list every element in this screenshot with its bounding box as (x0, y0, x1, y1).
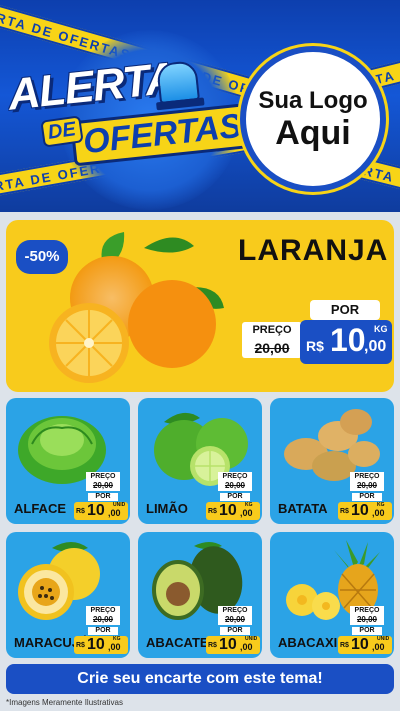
price-unit: KG (113, 636, 121, 642)
price-integer: 10 (219, 636, 237, 653)
featured-product-name: LARANJA (238, 234, 389, 267)
product-card-abacaxi[interactable]: ABACAXI PREÇO 20,00 POR R$ 10 ,00 UNID (270, 532, 394, 658)
preco-label: PREÇO (350, 472, 384, 481)
logo-placeholder[interactable]: Sua Logo Aqui (240, 46, 386, 192)
preco-label: PREÇO (86, 472, 120, 481)
product-card-limao[interactable]: LIMÃO PREÇO 20,00 POR R$ 10 ,00 KG (138, 398, 262, 524)
currency: R$ (208, 508, 217, 515)
price-unit: UNID (113, 502, 126, 508)
product-name: BATATA (278, 501, 328, 516)
price-integer: 10 (351, 636, 369, 653)
por-label: POR (310, 300, 380, 320)
price-unit: KG (374, 324, 388, 334)
price-tag: PREÇO 20,00 POR R$ 10 ,00 KG (206, 472, 260, 522)
old-price: 20,00 (86, 481, 120, 491)
new-price: R$ 10 ,00 KG (338, 502, 392, 520)
header-banner: ALERTA DE OFERTAS ALERTA DE OFERTAS ALER… (0, 0, 400, 212)
price-integer: 10 (87, 502, 105, 519)
disclaimer-text: *Imagens Meramente Ilustrativas (6, 698, 123, 707)
featured-product-card[interactable]: -50% LARANJA POR PREÇO 20,00 R$ 10 ,00 K… (6, 220, 394, 392)
product-card-batata[interactable]: BATATA PREÇO 20,00 POR R$ 10 ,00 KG (270, 398, 394, 524)
new-price: R$ 10 ,00 KG (300, 320, 392, 364)
preco-label: PREÇO (218, 606, 252, 615)
price-tag: PREÇO 20,00 POR R$ 10 ,00 KG (74, 606, 128, 656)
product-card-maracuja[interactable]: MARACUJÁ PREÇO 20,00 POR R$ 10 ,00 KG (6, 532, 130, 658)
discount-badge: -50% (16, 240, 68, 274)
price-unit: UNID (377, 636, 390, 642)
logo-text-line1: Sua Logo (258, 87, 368, 114)
product-name: ABACATE (146, 635, 209, 650)
price-decimal: ,00 (372, 508, 385, 518)
por-label: POR (88, 493, 118, 501)
product-name: LIMÃO (146, 501, 188, 516)
new-price: R$ 10 ,00 KG (74, 636, 128, 654)
old-price: 20,00 (86, 615, 120, 625)
product-name: ALFACE (14, 501, 66, 516)
new-price: R$ 10 ,00 UNID (74, 502, 128, 520)
create-flyer-button[interactable]: Crie seu encarte com este tema! (6, 664, 394, 694)
product-grid: ALFACE PREÇO 20,00 POR R$ 10 ,00 UNID LI… (6, 398, 394, 658)
price-unit: KG (245, 502, 253, 508)
price-unit: UNID (245, 636, 258, 642)
price-integer: 10 (351, 502, 369, 519)
por-label: POR (220, 627, 250, 635)
currency: R$ (208, 642, 217, 649)
price-integer: 10 (330, 322, 366, 358)
preco-label: PREÇO (218, 472, 252, 481)
logo-text-line2: Aqui (275, 114, 351, 152)
preco-label: PREÇO (86, 606, 120, 615)
currency: R$ (306, 338, 324, 354)
new-price: R$ 10 ,00 KG (206, 502, 260, 520)
old-price: 20,00 (218, 615, 252, 625)
old-price: 20,00 (218, 481, 252, 491)
new-price: R$ 10 ,00 UNID (338, 636, 392, 654)
old-price: 20,00 (350, 615, 384, 625)
product-name: ABACAXI (278, 635, 338, 650)
price-decimal: ,00 (364, 338, 387, 355)
por-label: POR (352, 627, 382, 635)
new-price: R$ 10 ,00 UNID (206, 636, 260, 654)
preco-label: PREÇO (242, 322, 302, 338)
currency: R$ (76, 642, 85, 649)
price-tag: PREÇO 20,00 POR R$ 10 ,00 KG (338, 472, 392, 522)
product-card-abacate[interactable]: ABACATE PREÇO 20,00 POR R$ 10 ,00 UNID (138, 532, 262, 658)
price-tag: PREÇO 20,00 POR R$ 10 ,00 UNID (74, 472, 128, 522)
por-label: POR (220, 493, 250, 501)
price-integer: 10 (219, 502, 237, 519)
currency: R$ (340, 642, 349, 649)
price-tag: PREÇO 20,00 POR R$ 10 ,00 UNID (206, 606, 260, 656)
por-label: POR (352, 493, 382, 501)
preco-label: PREÇO (350, 606, 384, 615)
price-decimal: ,00 (240, 642, 253, 652)
currency: R$ (76, 508, 85, 515)
price-integer: 10 (87, 636, 105, 653)
price-decimal: ,00 (372, 642, 385, 652)
price-unit: KG (377, 502, 385, 508)
old-price: 20,00 (242, 338, 302, 358)
price-decimal: ,00 (108, 508, 121, 518)
currency: R$ (340, 508, 349, 515)
price-decimal: ,00 (108, 642, 121, 652)
old-price: 20,00 (350, 481, 384, 491)
price-tag: PREÇO 20,00 POR R$ 10 ,00 UNID (338, 606, 392, 656)
por-label: POR (88, 627, 118, 635)
price-decimal: ,00 (240, 508, 253, 518)
title-de: DE (40, 115, 84, 148)
featured-price-tag: POR PREÇO 20,00 R$ 10 ,00 KG (234, 300, 394, 368)
product-card-alface[interactable]: ALFACE PREÇO 20,00 POR R$ 10 ,00 UNID (6, 398, 130, 524)
